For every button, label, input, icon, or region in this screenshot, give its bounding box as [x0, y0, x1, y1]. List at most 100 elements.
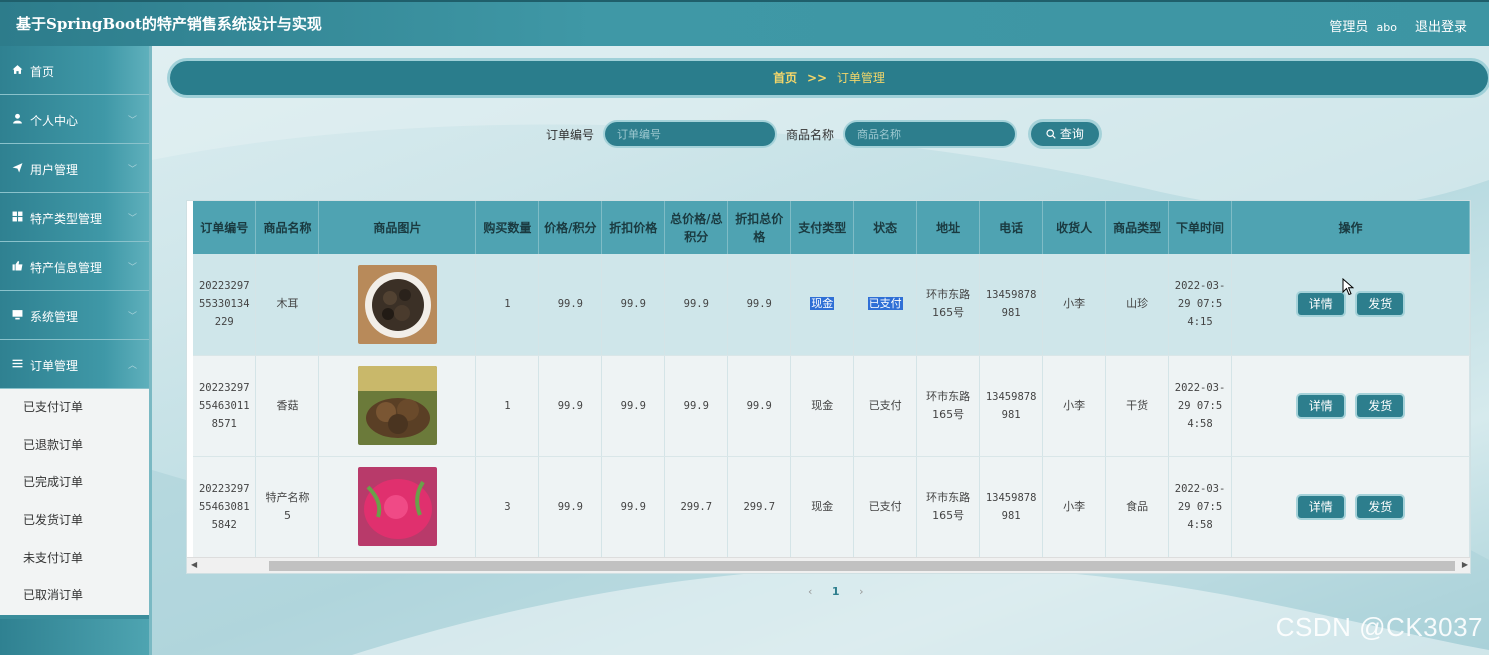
- status-cell: 已支付: [853, 355, 918, 457]
- submenu-refunded-orders[interactable]: 已退款订单: [0, 427, 149, 465]
- user-role: 管理员: [1329, 20, 1369, 35]
- ship-button[interactable]: 发货: [1357, 495, 1404, 518]
- logout-link[interactable]: 退出登录: [1415, 16, 1467, 35]
- current-page[interactable]: 1: [832, 585, 840, 598]
- order-number-cell: 20223297 55463011 8571: [193, 355, 257, 457]
- quantity-cell: 1: [475, 355, 540, 457]
- table-header-row: 订单编号 商品名称 商品图片 购买数量 价格/积分 折扣价格 总价格/总积分 折…: [193, 201, 1470, 254]
- discount-price-cell: 99.9: [601, 355, 666, 457]
- column-header: 状态: [853, 201, 918, 254]
- column-header: 商品图片: [318, 201, 477, 254]
- ship-button[interactable]: 发货: [1357, 394, 1404, 417]
- home-icon: [12, 65, 23, 74]
- app-title: 基于SpringBoot的特产销售系统设计与实现: [16, 15, 322, 33]
- table-row[interactable]: 20223297 55463081 5842 特产名称 5 3 99.9 99.…: [193, 456, 1470, 558]
- column-header: 购买数量: [475, 201, 540, 254]
- column-header: 订单编号: [193, 201, 257, 254]
- next-page-button[interactable]: ›: [859, 585, 863, 598]
- order-submenu: 已支付订单 已退款订单 已完成订单 已发货订单 未支付订单 已取消订单: [0, 389, 149, 616]
- pay-type-cell: 现金: [790, 355, 855, 457]
- pay-type-cell: 现金: [790, 456, 855, 558]
- detail-button[interactable]: 详情: [1297, 495, 1344, 518]
- submenu-completed-orders[interactable]: 已完成订单: [0, 464, 149, 502]
- pagination: ‹ 1 ›: [800, 585, 871, 598]
- user-name: abo: [1376, 21, 1397, 34]
- sidebar-item-order-management[interactable]: 订单管理 ︿: [0, 340, 149, 389]
- column-header: 商品名称: [255, 201, 320, 254]
- horizontal-scrollbar[interactable]: ◀ ▶: [187, 557, 1470, 573]
- chevron-down-icon: ﹀: [127, 263, 137, 273]
- quantity-cell: 1: [475, 254, 540, 356]
- product-name-cell: 特产名称 5: [255, 456, 320, 558]
- sidebar-item-system-management[interactable]: 系统管理 ﹀: [0, 291, 149, 340]
- discount-total-cell: 99.9: [727, 254, 792, 356]
- scroll-right-icon[interactable]: ▶: [1462, 560, 1468, 569]
- submenu-paid-orders[interactable]: 已支付订单: [0, 389, 149, 427]
- product-name-cell: 香菇: [255, 355, 320, 457]
- sidebar-item-label: 特产类型管理: [30, 212, 103, 226]
- sidebar-item-category-management[interactable]: 特产类型管理 ﹀: [0, 193, 149, 242]
- total-cell: 99.9: [664, 355, 729, 457]
- sidebar-footer: [0, 619, 149, 655]
- column-header: 支付类型: [790, 201, 855, 254]
- address-cell: 环市东路 165号: [916, 456, 981, 558]
- order-number-input[interactable]: [605, 122, 775, 146]
- product-image-dragon-fruit: [357, 467, 437, 546]
- column-header: 折扣价格: [601, 201, 666, 254]
- ship-button[interactable]: 发货: [1357, 293, 1404, 316]
- product-name-label: 商品名称: [786, 128, 835, 142]
- detail-button[interactable]: 详情: [1297, 394, 1344, 417]
- submenu-unpaid-orders[interactable]: 未支付订单: [0, 540, 149, 578]
- status-cell: 已支付: [853, 254, 918, 356]
- search-button-label: 查询: [1059, 127, 1084, 141]
- table-row[interactable]: 20223297 55463011 8571 香菇 1 99.9 99.9 99…: [193, 355, 1470, 457]
- mouse-cursor-icon: [1342, 278, 1354, 296]
- submenu-cancelled-orders[interactable]: 已取消订单: [0, 577, 149, 615]
- chevron-down-icon: ﹀: [127, 312, 137, 322]
- top-bar: 基于SpringBoot的特产销售系统设计与实现 管理员 abo 退出登录: [0, 0, 1489, 46]
- sidebar-item-product-management[interactable]: 特产信息管理 ﹀: [0, 242, 149, 291]
- column-header: 总价格/总积分: [664, 201, 729, 254]
- detail-button[interactable]: 详情: [1297, 293, 1344, 316]
- product-name-cell: 木耳: [255, 254, 320, 356]
- column-header: 折扣总价格: [727, 201, 792, 254]
- product-image-black-fungus: [357, 264, 437, 344]
- breadcrumb-separator: >>: [806, 71, 828, 85]
- list-icon: [12, 359, 23, 368]
- search-button[interactable]: 查询: [1031, 122, 1099, 146]
- status-cell: 已支付: [853, 456, 918, 558]
- sidebar-item-personal-center[interactable]: 个人中心 ﹀: [0, 95, 149, 144]
- sidebar-item-user-management[interactable]: 用户管理 ﹀: [0, 144, 149, 193]
- submenu-shipped-orders[interactable]: 已发货订单: [0, 502, 149, 540]
- sidebar-item-label: 订单管理: [30, 359, 79, 373]
- scroll-left-icon[interactable]: ◀: [191, 560, 197, 569]
- sidebar-item-home[interactable]: 首页: [0, 46, 149, 95]
- order-number-cell: 20223297 55463081 5842: [193, 456, 257, 558]
- table-row[interactable]: 20223297 55330134 229 木耳 1 99.9 99.9 99.…: [193, 254, 1470, 356]
- grid-icon: [12, 211, 23, 222]
- order-time-cell: 2022-03- 29 07:5 4:58: [1168, 355, 1233, 457]
- chevron-down-icon: ﹀: [127, 165, 137, 175]
- scrollbar-thumb[interactable]: [269, 561, 1455, 571]
- prev-page-button[interactable]: ‹: [808, 585, 812, 598]
- column-header: 商品类型: [1105, 201, 1170, 254]
- chevron-down-icon: ﹀: [127, 116, 137, 126]
- order-time-cell: 2022-03- 29 07:5 4:15: [1168, 254, 1233, 356]
- total-cell: 99.9: [664, 254, 729, 356]
- receiver-cell: 小李: [1042, 254, 1107, 356]
- monitor-icon: [12, 310, 23, 320]
- product-name-input[interactable]: [845, 122, 1015, 146]
- actions-cell: 详情 发货: [1231, 355, 1470, 457]
- column-header: 操作: [1231, 201, 1470, 254]
- phone-cell: 13459878 981: [979, 355, 1044, 457]
- actions-cell: 详情 发货: [1231, 456, 1470, 558]
- quantity-cell: 3: [475, 456, 540, 558]
- breadcrumb-current: 订单管理: [836, 71, 885, 85]
- price-cell: 99.9: [538, 254, 603, 356]
- category-cell: 干货: [1105, 355, 1170, 457]
- column-header: 收货人: [1042, 201, 1107, 254]
- actions-cell: 详情 发货: [1231, 254, 1470, 356]
- breadcrumb-home[interactable]: 首页: [773, 71, 797, 85]
- category-cell: 食品: [1105, 456, 1170, 558]
- breadcrumb: 首页 >> 订单管理: [170, 61, 1488, 95]
